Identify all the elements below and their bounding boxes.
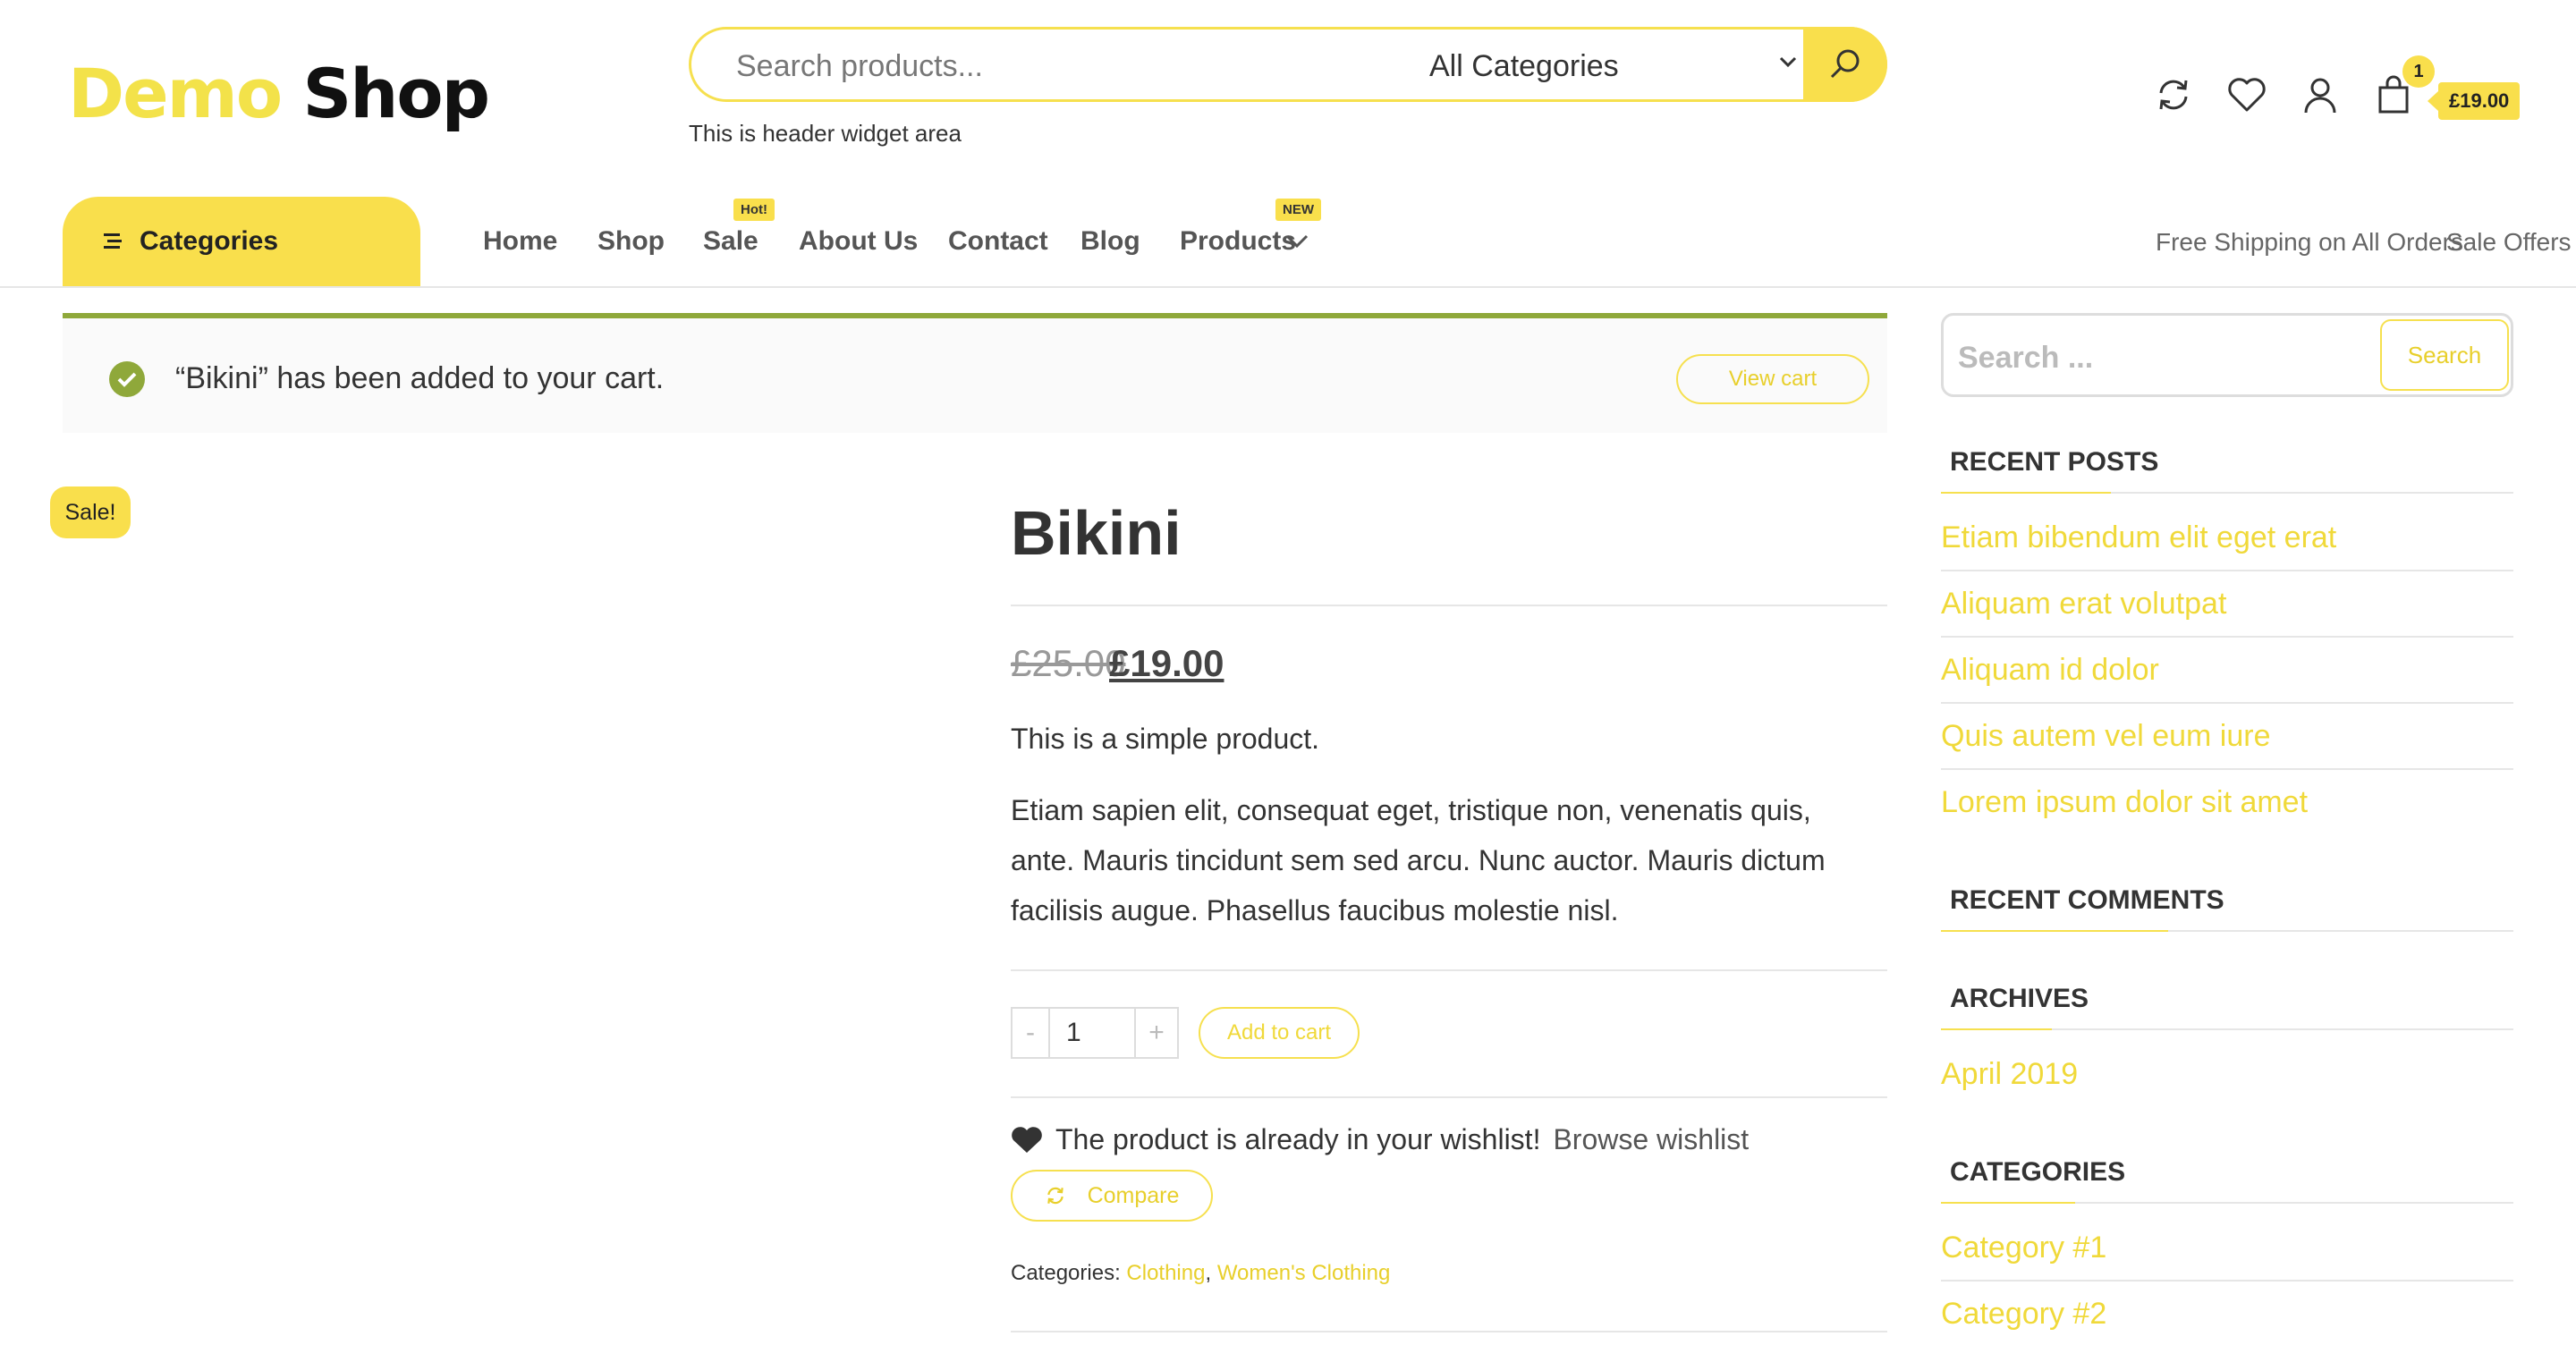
compare-refresh-icon[interactable] (2150, 72, 2197, 118)
divider (1941, 636, 2513, 638)
recent-post-link[interactable]: Etiam bibendum elit eget erat (1941, 520, 2336, 555)
browse-wishlist-link[interactable]: Browse wishlist (1553, 1123, 1749, 1156)
new-badge: NEW (1275, 199, 1321, 221)
product-search-bar: Search products... All Categories (689, 27, 1887, 102)
cart-total[interactable]: £19.00 (2427, 82, 2521, 120)
recent-post-link[interactable]: Aliquam id dolor (1941, 653, 2159, 688)
chevron-down-icon[interactable] (1778, 47, 1798, 85)
archives-title: ARCHIVES (1950, 984, 2089, 1013)
nav-about-us[interactable]: About Us (799, 226, 918, 257)
cart-count-badge: 1 (2402, 55, 2435, 88)
nav-sale[interactable]: Sale (703, 226, 758, 257)
divider (1011, 1096, 1887, 1098)
nav-contact[interactable]: Contact (948, 226, 1048, 257)
sale-badge: Sale! (50, 486, 131, 538)
notice-message: “Bikini” has been added to your cart. (175, 361, 665, 395)
quantity-stepper: - 1 + (1011, 1007, 1179, 1059)
archive-link[interactable]: April 2019 (1941, 1057, 2078, 1092)
nav-divider (0, 286, 2576, 288)
wishlist-status: The product is already in your wishlist!… (1011, 1123, 1749, 1156)
categories-menu-button[interactable]: Categories (63, 197, 420, 286)
heart-filled-icon (1012, 1126, 1042, 1153)
quantity-input[interactable]: 1 (1050, 1009, 1134, 1057)
divider (1011, 969, 1887, 971)
category-select[interactable]: All Categories (1429, 49, 1619, 84)
divider (1941, 570, 2513, 571)
search-icon (1830, 49, 1860, 79)
free-shipping-link[interactable]: Free Shipping on All Orders (2156, 228, 2463, 257)
recent-post-link[interactable]: Quis autem vel eum iure (1941, 719, 2271, 754)
sidebar-search: Search ... Search (1941, 313, 2513, 397)
wishlist-text: The product is already in your wishlist! (1055, 1123, 1541, 1155)
widget-title-underline (1941, 930, 2513, 932)
add-to-cart-button[interactable]: Add to cart (1199, 1007, 1360, 1059)
category-link-womens-clothing[interactable]: Women's Clothing (1217, 1261, 1391, 1285)
chevron-down-icon[interactable] (1284, 231, 1309, 257)
widget-title-underline (1941, 1202, 2513, 1204)
recent-posts-title: RECENT POSTS (1950, 447, 2159, 477)
qty-minus-button[interactable]: - (1013, 1009, 1050, 1057)
nav-products[interactable]: Products (1180, 226, 1296, 257)
product-search-input[interactable]: Search products... (736, 49, 983, 84)
recent-comments-title: RECENT COMMENTS (1950, 885, 2224, 915)
cart-notice: “Bikini” has been added to your cart. Vi… (63, 313, 1887, 433)
category-link[interactable]: Category #1 (1941, 1231, 2106, 1265)
sidebar-search-button[interactable]: Search (2380, 319, 2509, 391)
qty-plus-button[interactable]: + (1134, 1009, 1177, 1057)
view-cart-button[interactable]: View cart (1676, 354, 1869, 404)
divider (1941, 1280, 2513, 1282)
logo-part-demo: Demo (68, 54, 283, 133)
product-title: Bikini (1011, 498, 1182, 568)
check-circle-icon (109, 361, 145, 397)
recent-post-link[interactable]: Aliquam erat volutpat (1941, 587, 2226, 622)
compare-button[interactable]: Compare (1011, 1170, 1213, 1222)
nav-blog[interactable]: Blog (1080, 226, 1140, 257)
sale-price: £19.00 (1109, 642, 1224, 684)
refresh-icon (1046, 1187, 1063, 1205)
product-description: Etiam sapien elit, consequat eget, trist… (1011, 794, 1826, 926)
widget-title-underline (1941, 1028, 2513, 1030)
categories-widget-title: CATEGORIES (1950, 1157, 2126, 1187)
divider (1011, 605, 1887, 606)
search-button[interactable] (1803, 27, 1887, 102)
short-description: This is a simple product. (1011, 723, 1320, 755)
nav-home[interactable]: Home (483, 226, 557, 257)
header-widget-text: This is header widget area (689, 120, 962, 147)
menu-icon (104, 233, 122, 249)
widget-title-underline (1941, 492, 2513, 494)
hot-badge: Hot! (733, 199, 775, 221)
categories-label: Categories: (1011, 1261, 1121, 1285)
compare-label: Compare (1087, 1182, 1180, 1208)
sidebar-search-input[interactable]: Search ... (1958, 341, 2093, 376)
nav-shop[interactable]: Shop (597, 226, 665, 257)
divider (1941, 768, 2513, 770)
logo-part-shop: Shop (302, 54, 490, 133)
category-link[interactable]: Category #2 (1941, 1297, 2106, 1332)
divider (1941, 702, 2513, 704)
category-link-clothing[interactable]: Clothing (1126, 1261, 1205, 1285)
sale-offers-link[interactable]: Sale Offers (2446, 228, 2572, 257)
product-categories: Categories: Clothing, Women's Clothing (1011, 1261, 1390, 1286)
divider (1011, 1331, 1887, 1332)
site-logo[interactable]: Demo Shop (68, 54, 490, 133)
categories-menu-label: Categories (140, 226, 279, 256)
heart-icon[interactable] (2224, 72, 2270, 118)
recent-post-link[interactable]: Lorem ipsum dolor sit amet (1941, 785, 2308, 820)
category-separator: , (1205, 1261, 1212, 1285)
user-icon[interactable] (2297, 72, 2343, 118)
